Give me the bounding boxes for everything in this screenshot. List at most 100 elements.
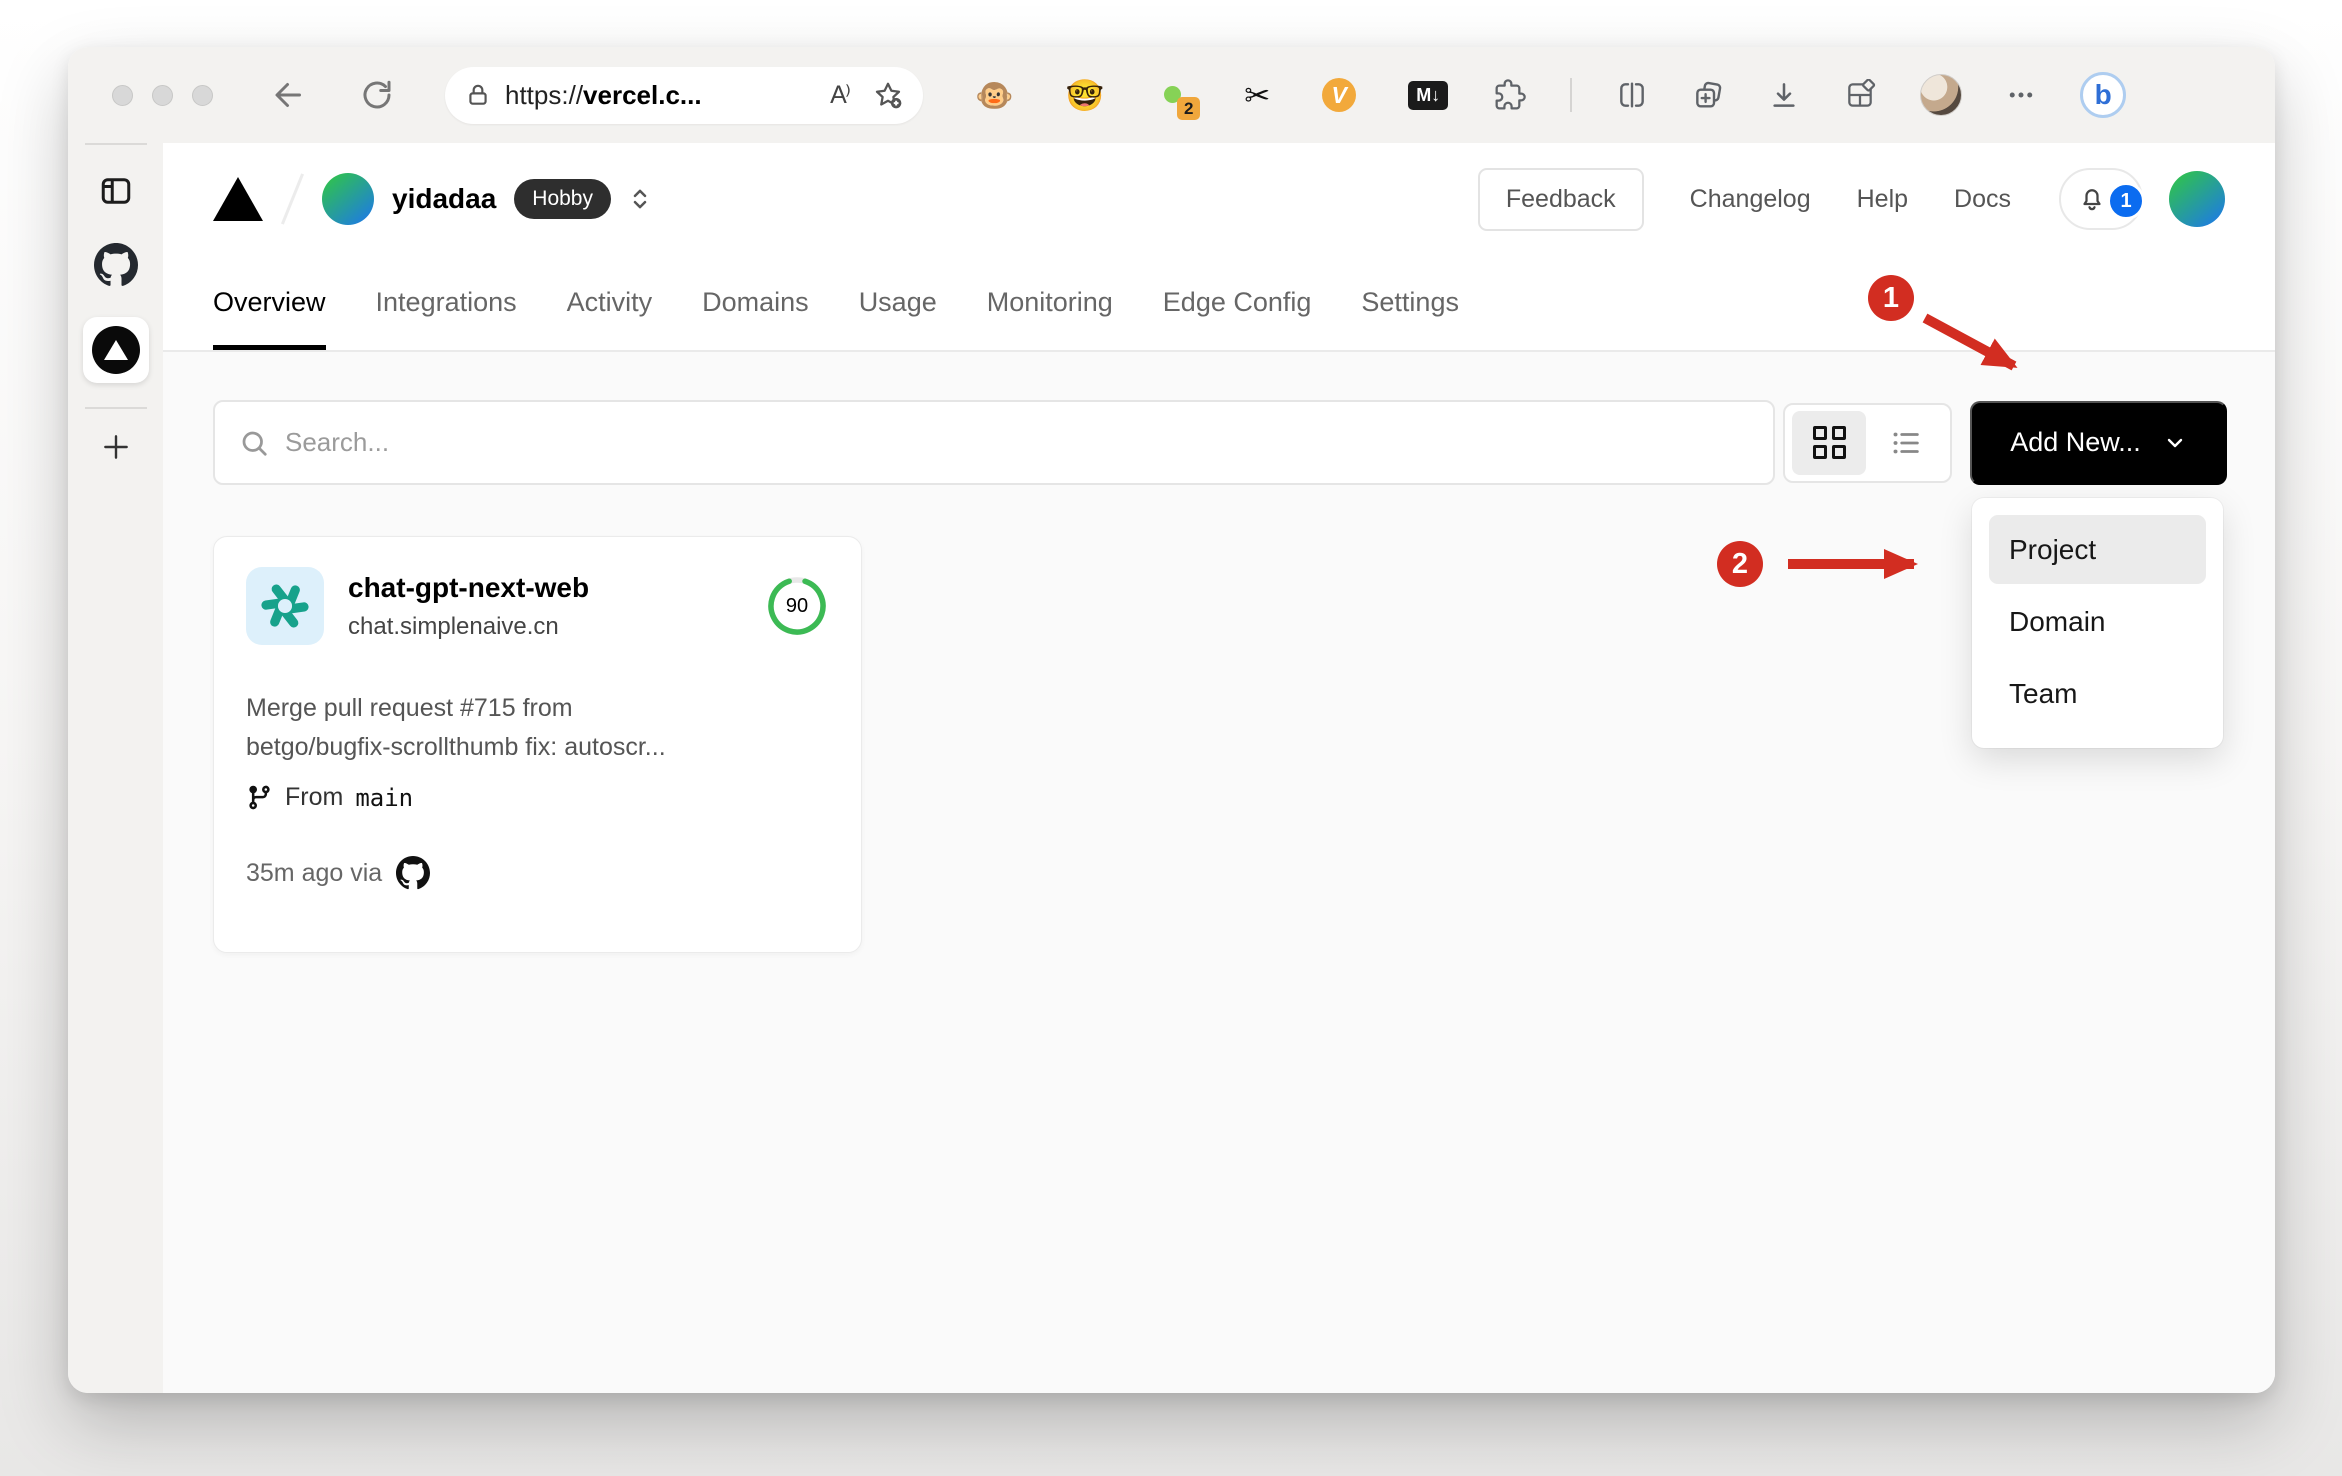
sidebar-tabs-button[interactable] <box>98 173 134 209</box>
grid-view-button[interactable] <box>1792 410 1866 475</box>
sidebar-item-vercel-active[interactable] <box>82 317 149 383</box>
split-screen-icon[interactable] <box>1616 79 1648 111</box>
branch-name: main <box>355 783 414 812</box>
branch-row: From main <box>246 783 829 812</box>
link-help[interactable]: Help <box>1857 185 1908 214</box>
tampermonkey-icon[interactable]: 🐵 <box>975 80 1014 111</box>
url-text: https://vercel.c... <box>505 80 702 111</box>
sidebar-add-button[interactable] <box>100 431 132 463</box>
score-value: 90 <box>785 594 809 617</box>
list-view-button[interactable] <box>1869 411 1943 475</box>
controls-row: Add New... <box>213 400 2227 485</box>
read-aloud-icon[interactable]: A⁾ <box>830 80 851 110</box>
project-name: chat-gpt-next-web <box>348 571 590 603</box>
url-scheme: https:// <box>505 79 584 110</box>
collections-icon[interactable] <box>1692 79 1724 111</box>
avatar-extension-icon[interactable]: 🤓 <box>1066 80 1105 111</box>
more-menu-icon[interactable] <box>2006 80 2036 110</box>
notification-count-badge: 1 <box>2107 182 2145 220</box>
commit-line-2: betgo/bugfix-scrollthumb fix: autoscr... <box>246 733 666 761</box>
dropdown-item-project[interactable]: Project <box>1989 515 2206 584</box>
address-bar[interactable]: https://vercel.c... A⁾ <box>445 66 923 124</box>
url-host: vercel.c... <box>583 79 702 110</box>
tab-settings[interactable]: Settings <box>1361 255 1459 350</box>
dropdown-item-domain[interactable]: Domain <box>1989 587 2206 656</box>
scissors-extension-icon[interactable]: ✂ <box>1244 80 1270 111</box>
bell-icon <box>2083 189 2101 211</box>
dot-extension-icon[interactable]: 2 <box>1156 77 1201 120</box>
project-card[interactable]: chat-gpt-next-web chat.simplenaive.cn 90 <box>213 536 862 953</box>
vercel-logo[interactable] <box>213 177 263 221</box>
tab-activity[interactable]: Activity <box>567 255 653 350</box>
list-view-icon <box>1893 432 1919 453</box>
link-docs[interactable]: Docs <box>1954 185 2011 214</box>
team-avatar <box>322 173 374 225</box>
bing-chat-icon[interactable]: b <box>2080 72 2127 118</box>
tab-overview[interactable]: Overview <box>213 255 326 350</box>
vercel-header: yidadaa Hobby Feedback Changelog Help Do… <box>163 143 2275 255</box>
commit-message[interactable]: Merge pull request #715 from betgo/bugfi… <box>246 689 829 767</box>
favorite-star-icon[interactable] <box>873 80 903 110</box>
browser-profile-avatar[interactable] <box>1920 74 1963 116</box>
lock-icon <box>469 84 487 105</box>
tab-monitoring[interactable]: Monitoring <box>987 255 1113 350</box>
sidebar-item-github[interactable] <box>93 243 138 287</box>
add-new-button[interactable]: Add New... <box>1970 400 2227 485</box>
tab-integrations[interactable]: Integrations <box>376 255 517 350</box>
add-new-dropdown: Project Domain Team <box>1972 498 2223 748</box>
tab-edge-config[interactable]: Edge Config <box>1163 255 1312 350</box>
back-button[interactable] <box>271 77 307 113</box>
breadcrumb-slash <box>280 173 305 225</box>
grid-view-icon <box>1812 426 1846 459</box>
openai-logo-icon <box>261 584 309 628</box>
browser-controls: b <box>1494 72 2127 118</box>
chevron-down-icon <box>2167 438 2182 447</box>
chevron-updown-icon <box>633 189 647 209</box>
deploy-time-row: 35m ago via <box>246 856 829 890</box>
project-logo-tile <box>246 567 324 645</box>
plan-badge: Hobby <box>514 179 611 219</box>
notifications-button[interactable]: 1 <box>2059 168 2145 230</box>
search-icon <box>242 431 267 456</box>
tab-usage[interactable]: Usage <box>859 255 937 350</box>
downloads-icon[interactable] <box>1768 79 1800 111</box>
view-toggle <box>1783 402 1952 483</box>
vercel-app-icon <box>91 326 140 374</box>
dashboard-tabs: Overview Integrations Activity Domains U… <box>163 255 2275 352</box>
extension-count-badge: 2 <box>1177 97 1201 120</box>
github-source-icon <box>396 856 431 890</box>
dashboard-content: Add New... <box>163 352 2275 1393</box>
traffic-light-zoom[interactable] <box>192 84 213 106</box>
project-card-header: chat-gpt-next-web chat.simplenaive.cn 90 <box>246 567 829 645</box>
tab-domains[interactable]: Domains <box>702 255 809 350</box>
project-domain[interactable]: chat.simplenaive.cn <box>348 613 589 641</box>
add-new-label: Add New... <box>2010 427 2141 457</box>
refresh-icon <box>363 80 391 109</box>
markdown-extension-icon[interactable]: M↓ <box>1408 80 1449 110</box>
back-arrow-icon <box>275 83 301 107</box>
deploy-time: 35m ago via <box>246 858 383 887</box>
sidebar-divider-top <box>84 143 147 145</box>
workspaces-icon[interactable] <box>1844 79 1876 111</box>
traffic-light-close[interactable] <box>112 84 133 106</box>
desktop: https://vercel.c... A⁾ 🐵 🤓 2 ✂ V M↓ b yi… <box>0 0 2342 1476</box>
link-changelog[interactable]: Changelog <box>1690 185 1811 214</box>
extensions-puzzle-icon[interactable] <box>1494 79 1526 111</box>
team-name: yidadaa <box>392 183 497 214</box>
v-extension-icon[interactable]: V <box>1322 78 1357 112</box>
traffic-light-minimize[interactable] <box>152 84 173 106</box>
user-avatar[interactable] <box>2169 171 2225 227</box>
commit-line-1: Merge pull request #715 from <box>246 694 573 722</box>
team-switcher[interactable] <box>625 184 655 214</box>
feedback-button[interactable]: Feedback <box>1477 167 1644 231</box>
annotation-step-1: 1 <box>1868 275 1914 321</box>
toolbar-divider <box>1570 78 1573 112</box>
extension-row: 🐵 🤓 2 ✂ V M↓ <box>975 77 1449 120</box>
annotation-step-2: 2 <box>1717 541 1763 587</box>
score-ring[interactable]: 90 <box>765 574 829 638</box>
header-right: Feedback Changelog Help Docs 1 <box>1477 167 2225 231</box>
search-box <box>213 400 1775 485</box>
refresh-button[interactable] <box>359 77 395 113</box>
search-input[interactable] <box>285 427 1749 458</box>
dropdown-item-team[interactable]: Team <box>1989 659 2206 728</box>
